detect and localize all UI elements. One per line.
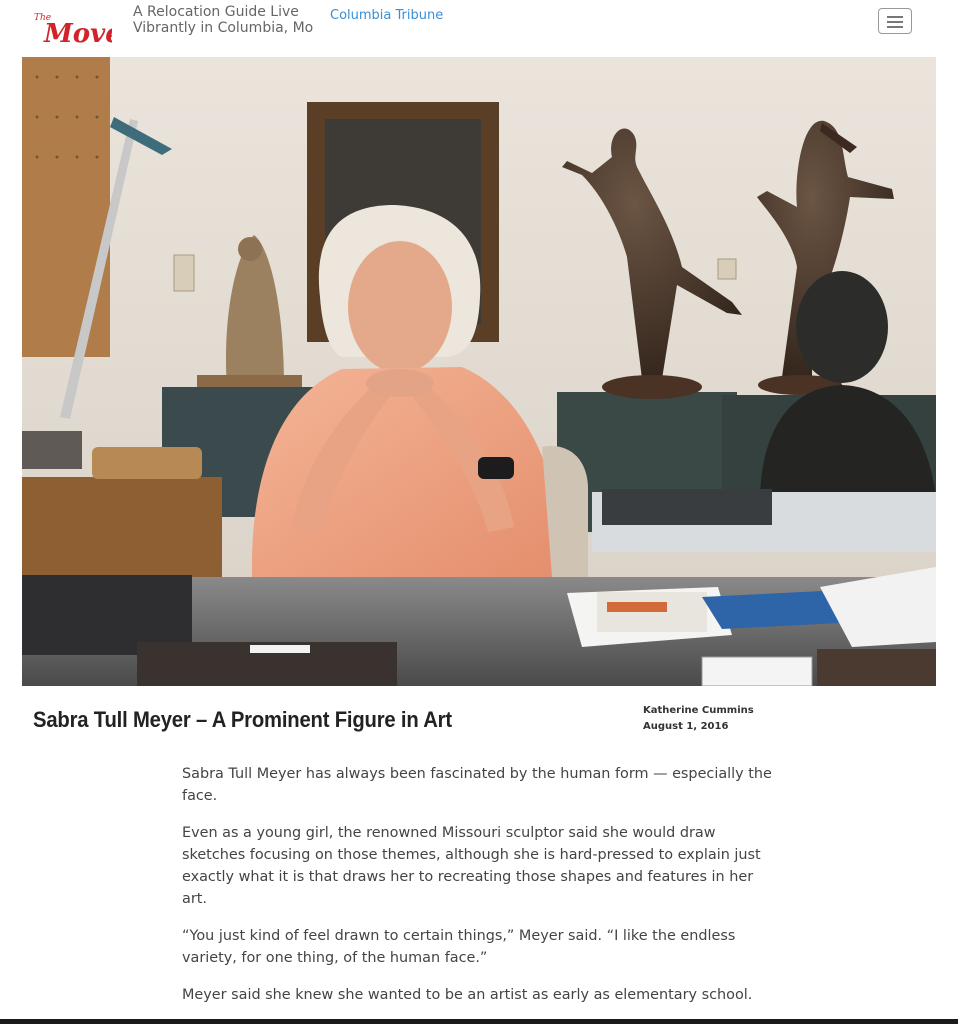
hero-photo <box>22 57 936 686</box>
columbia-tribune-link[interactable]: Columbia Tribune <box>330 8 443 23</box>
article-date: August 1, 2016 <box>643 721 729 732</box>
menu-toggle-button[interactable] <box>878 8 912 34</box>
svg-text:Move: Move <box>43 19 112 49</box>
article-title: Sabra Tull Meyer – A Prominent Figure in… <box>33 707 452 732</box>
hamburger-menu-icon-bar <box>887 26 903 28</box>
hamburger-menu-icon-bar <box>887 21 903 23</box>
sculptor-portrait-photo <box>22 57 936 686</box>
article-paragraph: Sabra Tull Meyer has always been fascina… <box>182 766 772 804</box>
bottom-bar <box>0 1019 958 1024</box>
article-paragraph: Meyer said she knew she wanted to be an … <box>182 987 753 1003</box>
site-logo[interactable]: The Move <box>30 6 112 50</box>
article-byline: Katherine Cummins August 1, 2016 <box>643 703 754 735</box>
article-author: Katherine Cummins <box>643 705 754 716</box>
the-move-logo-icon: The Move <box>34 13 112 49</box>
hamburger-menu-icon <box>887 16 903 18</box>
site-tagline: A Relocation Guide Live Vibrantly in Col… <box>133 4 323 36</box>
article-paragraph: “You just kind of feel drawn to certain … <box>182 928 736 966</box>
article-body: Sabra Tull Meyer has always been fascina… <box>182 763 782 1021</box>
tagline-line-1: A Relocation Guide Live <box>133 4 299 20</box>
article-paragraph: Even as a young girl, the renowned Misso… <box>182 825 761 907</box>
tagline-line-2: Vibrantly in Columbia, Mo <box>133 20 314 36</box>
